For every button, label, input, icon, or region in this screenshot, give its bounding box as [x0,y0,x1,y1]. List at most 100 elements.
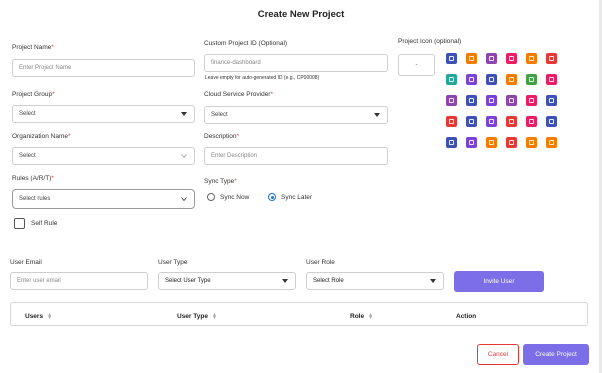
description-input[interactable]: Enter Description [204,147,388,165]
sync-type-label: Sync Type* [204,178,237,185]
icon-glyph [469,119,474,124]
project-icon-option[interactable] [466,74,477,85]
radio-circle [207,193,215,201]
sort-icon: ▲ ▼ [47,311,53,321]
project-name-label: Project Name* [12,44,54,51]
project-icon-option[interactable] [446,137,457,148]
project-group-value: Select [19,111,36,117]
user-role-select[interactable]: Select Role [306,272,444,290]
project-icon-option[interactable] [526,116,537,127]
project-icon-option[interactable] [526,95,537,106]
project-icon-option[interactable] [546,137,557,148]
project-icon-option[interactable] [506,74,517,85]
icon-glyph [549,119,554,124]
column-header-users[interactable]: Users ▲ ▼ [25,311,53,321]
radio-circle-selected [268,193,276,201]
icon-glyph [449,119,454,124]
user-role-label: User Role [306,259,335,266]
project-icon-option[interactable] [486,95,497,106]
cloud-provider-select[interactable]: Select [204,106,388,124]
invite-user-button[interactable]: Invite User [454,271,544,292]
chevron-down-icon [181,154,187,158]
users-table: Users ▲ ▼ User Type ▲ ▼ Role ▲ ▼ Action [10,302,588,326]
custom-id-hint: Leave empty for auto-generated ID (e.g.,… [205,75,320,81]
project-icon-option[interactable] [466,95,477,106]
project-icon-option[interactable] [506,53,517,64]
icon-glyph [509,77,514,82]
description-label: Description* [204,133,240,140]
organization-value: Select [19,153,36,159]
project-icon-option[interactable] [486,137,497,148]
self-rule-checkbox[interactable] [14,218,25,229]
icon-glyph [529,140,534,145]
project-icon-option[interactable] [526,137,537,148]
chevron-down-icon [181,197,187,201]
icon-glyph [489,56,494,61]
icon-glyph [489,77,494,82]
project-icon-preview[interactable]: - [398,54,435,76]
icon-glyph [529,119,534,124]
project-icon-option[interactable] [546,116,557,127]
icon-glyph [469,77,474,82]
column-header-role[interactable]: Role ▲ ▼ [350,311,374,321]
chevron-down-icon [430,279,436,283]
icon-glyph [489,140,494,145]
icon-glyph [529,77,534,82]
project-icon-option[interactable] [466,116,477,127]
user-email-label: User Email [10,259,42,266]
user-type-label: User Type [158,259,188,266]
custom-id-label: Custom Project ID (Optional) [204,40,288,47]
project-icon-option[interactable] [466,53,477,64]
sort-icon: ▲ ▼ [368,311,374,321]
user-email-input[interactable]: Enter user email [10,272,148,290]
icon-glyph [549,140,554,145]
project-icon-option[interactable] [446,53,457,64]
project-icon-option[interactable] [446,116,457,127]
sync-later-radio[interactable]: Sync Later [268,193,312,201]
project-icon-option[interactable] [506,95,517,106]
rules-value: Select rules [19,196,51,202]
column-header-user-type[interactable]: User Type ▲ ▼ [177,312,217,320]
project-icon-option[interactable] [486,53,497,64]
sync-later-label: Sync Later [281,193,313,201]
modal-title: Create New Project [257,9,345,20]
chevron-down-icon [282,279,288,283]
project-icon-option[interactable] [506,137,517,148]
icon-glyph [469,98,474,103]
icon-glyph [509,119,514,124]
self-rule-label: Self Rule [31,220,58,227]
project-icon-option[interactable] [466,137,477,148]
create-project-button[interactable]: Create Project [523,344,589,365]
project-icon-option[interactable] [526,74,537,85]
user-type-value: Select User Type [165,278,211,284]
icon-grid [446,53,566,153]
column-header-action: Action [456,313,477,320]
project-icon-option[interactable] [546,95,557,106]
icon-glyph [469,56,474,61]
sync-now-radio[interactable]: Sync Now [207,193,249,201]
project-icon-option[interactable] [486,74,497,85]
project-icon-option[interactable] [546,53,557,64]
project-icon-option[interactable] [486,116,497,127]
rules-select[interactable]: Select rules [12,189,195,209]
custom-id-input[interactable]: finance-dashboard [204,54,388,72]
project-icon-option[interactable] [526,53,537,64]
rules-label: Rules (A/R/T)* [12,175,54,182]
cancel-button[interactable]: Cancel [477,344,519,365]
project-icon-option[interactable] [546,74,557,85]
icon-glyph [449,56,454,61]
project-icon-label: Project Icon (optional) [398,38,462,45]
icon-glyph [449,140,454,145]
project-name-input[interactable]: Enter Project Name [12,59,195,77]
icon-glyph [529,98,534,103]
project-icon-option[interactable] [446,74,457,85]
icon-glyph [449,98,454,103]
icon-glyph [549,56,554,61]
project-icon-option[interactable] [506,116,517,127]
user-type-select[interactable]: Select User Type [158,272,296,290]
cloud-provider-value: Select [211,112,228,118]
organization-select[interactable]: Select [12,147,195,165]
project-icon-option[interactable] [446,95,457,106]
project-group-label: Project Group* [12,91,55,98]
project-group-select[interactable]: Select [12,105,195,123]
